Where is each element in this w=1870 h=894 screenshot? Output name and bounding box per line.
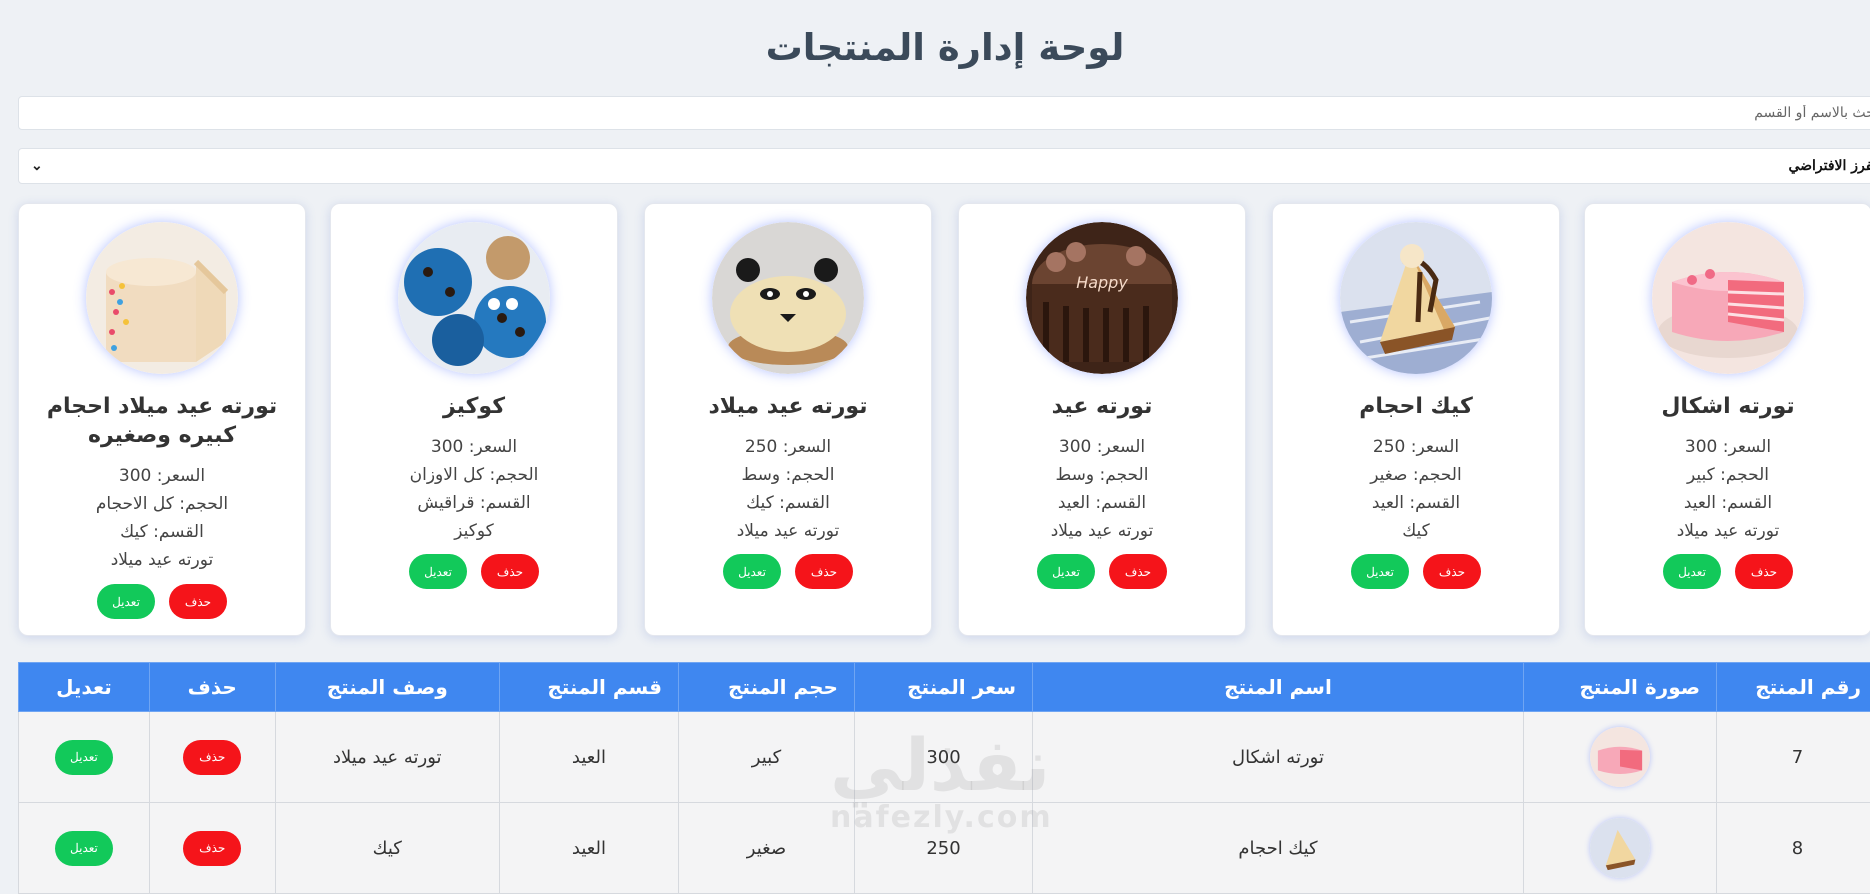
row-price: 250 — [854, 803, 1032, 894]
product-price: السعر: 300 — [959, 433, 1245, 461]
table-row: 8 كيك احجام 250 صغير العيد كيك حذف تعديل — [19, 803, 1870, 894]
product-category: القسم: العيد — [1585, 489, 1870, 517]
product-category: القسم: كيك — [645, 489, 931, 517]
row-delete-cell: حذف — [149, 803, 275, 894]
product-category: القسم: كيك — [19, 518, 305, 546]
row-delete-cell: حذف — [149, 712, 275, 803]
product-description: تورته عيد ميلاد — [959, 517, 1245, 545]
product-name: كيك احجام — [1285, 392, 1547, 421]
delete-button[interactable]: حذف — [1109, 554, 1167, 589]
row-price: 300 — [854, 712, 1032, 803]
delete-button[interactable]: حذف — [169, 584, 227, 619]
product-card: تورته عيد ميلاد احجام كبيره وصغيره السعر… — [18, 203, 306, 636]
product-name: تورته عيد ميلاد احجام كبيره وصغيره — [31, 392, 293, 450]
products-table-wrapper: رقم المنتج صورة المنتج اسم المنتج سعر ال… — [18, 662, 1870, 894]
row-id: 8 — [1717, 803, 1870, 894]
product-cards: تورته اشكال السعر: 300 الحجم: كبير القسم… — [0, 203, 1870, 639]
products-table: رقم المنتج صورة المنتج اسم المنتج سعر ال… — [18, 662, 1870, 894]
edit-button[interactable]: تعديل — [409, 554, 467, 589]
row-thumbnail — [1590, 818, 1650, 878]
row-description: تورته عيد ميلاد — [275, 712, 499, 803]
header-image: صورة المنتج — [1523, 663, 1716, 712]
edit-button[interactable]: تعديل — [1037, 554, 1095, 589]
sort-select[interactable]: الفرز الافتراضي ⌄ — [18, 148, 1870, 184]
header-name: اسم المنتج — [1033, 663, 1524, 712]
delete-button[interactable]: حذف — [183, 831, 241, 866]
page-title: لوحة إدارة المنتجات — [0, 26, 1870, 69]
product-card: كوكيز السعر: 300 الحجم: كل الاوزان القسم… — [330, 203, 618, 636]
delete-button[interactable]: حذف — [1423, 554, 1481, 589]
product-size: الحجم: وسط — [645, 461, 931, 489]
delete-button[interactable]: حذف — [183, 740, 241, 775]
row-thumbnail — [1590, 727, 1650, 787]
sort-selected-label: الفرز الافتراضي — [1788, 158, 1870, 174]
product-category: القسم: العيد — [959, 489, 1245, 517]
table-row: 7 تورته اشكال 300 كبير العيد تورته عيد م… — [19, 712, 1870, 803]
row-size: صغير — [678, 803, 854, 894]
header-price: سعر المنتج — [854, 663, 1032, 712]
product-name: تورته عيد ميلاد — [657, 392, 919, 421]
edit-button[interactable]: تعديل — [723, 554, 781, 589]
edit-button[interactable]: تعديل — [97, 584, 155, 619]
product-category: القسم: العيد — [1273, 489, 1559, 517]
product-card: تورته اشكال السعر: 300 الحجم: كبير القسم… — [1584, 203, 1870, 636]
product-description: كوكيز — [331, 517, 617, 545]
product-description: كيك — [1273, 517, 1559, 545]
product-image — [1340, 222, 1492, 374]
row-description: كيك — [275, 803, 499, 894]
product-price: السعر: 300 — [331, 433, 617, 461]
product-image — [398, 222, 550, 374]
edit-button[interactable]: تعديل — [1663, 554, 1721, 589]
delete-button[interactable]: حذف — [795, 554, 853, 589]
product-price: السعر: 300 — [19, 462, 305, 490]
product-price: السعر: 300 — [1585, 433, 1870, 461]
product-name: تورته اشكال — [1597, 392, 1859, 421]
row-category: العيد — [499, 803, 678, 894]
product-size: الحجم: صغير — [1273, 461, 1559, 489]
row-name: كيك احجام — [1033, 803, 1524, 894]
product-image — [1652, 222, 1804, 374]
row-id: 7 — [1717, 712, 1870, 803]
edit-button[interactable]: تعديل — [55, 831, 113, 866]
product-card: Happy تورته عيد السعر: 300 الحجم: وسط ال… — [958, 203, 1246, 636]
product-name: تورته عيد — [971, 392, 1233, 421]
table-header-row: رقم المنتج صورة المنتج اسم المنتج سعر ال… — [19, 663, 1870, 712]
search-input[interactable] — [18, 96, 1870, 130]
product-image — [86, 222, 238, 374]
header-description: وصف المنتج — [275, 663, 499, 712]
row-category: العيد — [499, 712, 678, 803]
product-size: الحجم: وسط — [959, 461, 1245, 489]
header-edit: تعديل — [19, 663, 150, 712]
product-price: السعر: 250 — [1273, 433, 1559, 461]
product-description: تورته عيد ميلاد — [1585, 517, 1870, 545]
product-card: تورته عيد ميلاد السعر: 250 الحجم: وسط ال… — [644, 203, 932, 636]
header-category: قسم المنتج — [499, 663, 678, 712]
product-card: كيك احجام السعر: 250 الحجم: صغير القسم: … — [1272, 203, 1560, 636]
row-edit-cell: تعديل — [19, 712, 150, 803]
product-category: القسم: قراقيش — [331, 489, 617, 517]
header-size: حجم المنتج — [678, 663, 854, 712]
row-image-cell — [1523, 803, 1716, 894]
product-size: الحجم: كبير — [1585, 461, 1870, 489]
header-id: رقم المنتج — [1717, 663, 1870, 712]
product-name: كوكيز — [343, 392, 605, 421]
delete-button[interactable]: حذف — [1735, 554, 1793, 589]
product-description: تورته عيد ميلاد — [19, 546, 305, 574]
row-size: كبير — [678, 712, 854, 803]
row-name: تورته اشكال — [1033, 712, 1524, 803]
product-price: السعر: 250 — [645, 433, 931, 461]
row-edit-cell: تعديل — [19, 803, 150, 894]
chevron-down-icon: ⌄ — [31, 158, 43, 174]
product-image: Happy — [1026, 222, 1178, 374]
product-description: تورته عيد ميلاد — [645, 517, 931, 545]
edit-button[interactable]: تعديل — [55, 740, 113, 775]
product-size: الحجم: كل الاوزان — [331, 461, 617, 489]
delete-button[interactable]: حذف — [481, 554, 539, 589]
product-size: الحجم: كل الاحجام — [19, 490, 305, 518]
svg-text:Happy: Happy — [1076, 273, 1128, 292]
edit-button[interactable]: تعديل — [1351, 554, 1409, 589]
product-image — [712, 222, 864, 374]
header-delete: حذف — [149, 663, 275, 712]
row-image-cell — [1523, 712, 1716, 803]
